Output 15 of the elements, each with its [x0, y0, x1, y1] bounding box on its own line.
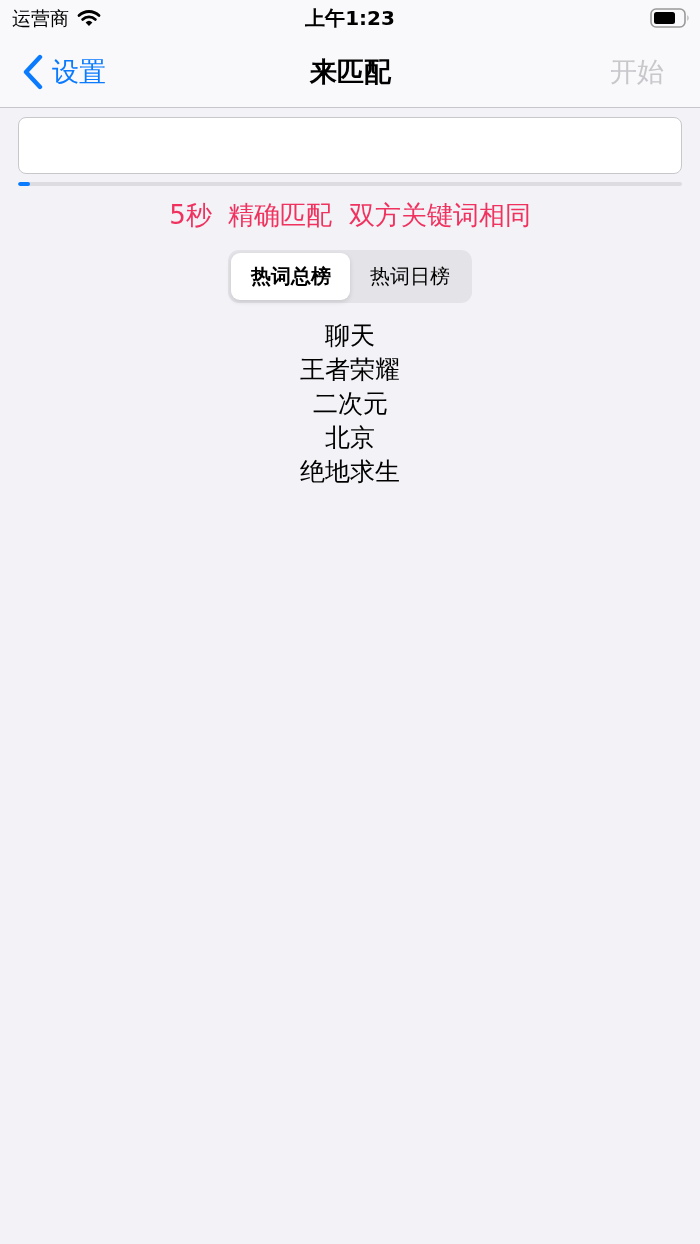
segment-tab[interactable]: 热词总榜	[231, 253, 350, 300]
segment-tab[interactable]: 热词日榜	[350, 253, 469, 300]
carrier-name: 运营商	[12, 6, 69, 30]
page-title: 来匹配	[309, 54, 391, 89]
hot-word-item[interactable]: 聊天	[325, 319, 375, 353]
match-info-text: 5秒 精确匹配 双方关键词相同	[169, 199, 531, 231]
back-button[interactable]: 设置	[22, 53, 106, 90]
hot-word-item[interactable]: 绝地求生	[300, 455, 400, 489]
hot-word-item[interactable]: 王者荣耀	[300, 353, 400, 387]
status-time: 上午1:23	[305, 6, 395, 30]
wifi-icon	[77, 9, 101, 27]
hot-word-item[interactable]: 北京	[325, 421, 375, 455]
input-field[interactable]	[18, 117, 682, 174]
chevron-left-icon	[22, 53, 44, 90]
hot-word-item[interactable]: 二次元	[312, 387, 388, 421]
